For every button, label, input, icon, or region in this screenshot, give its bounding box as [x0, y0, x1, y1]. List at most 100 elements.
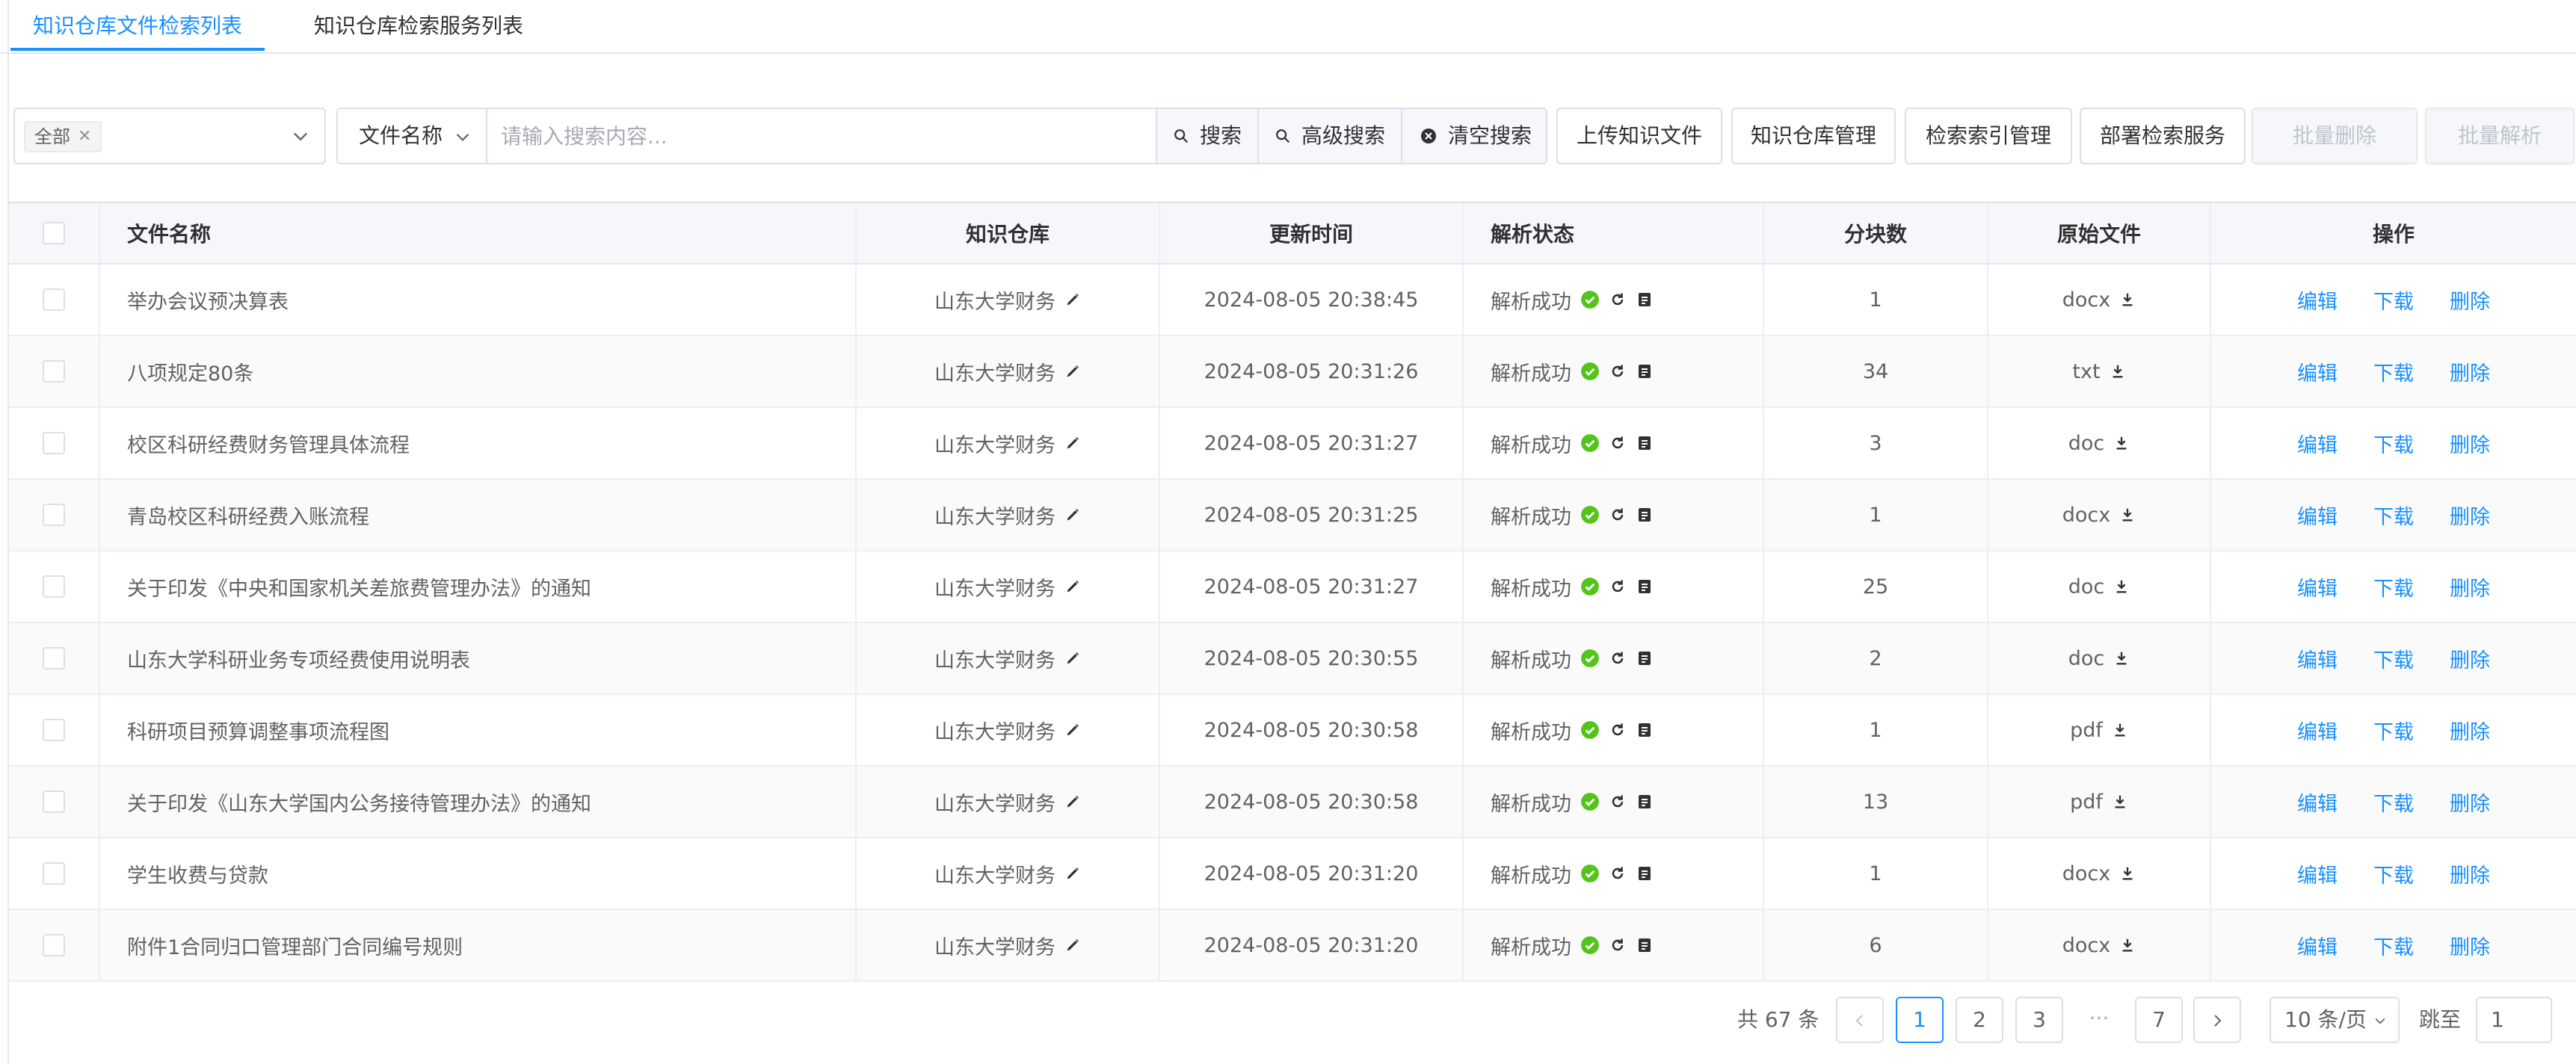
edit-link[interactable]: 编辑 [2297, 788, 2338, 817]
edit-link[interactable]: 编辑 [2297, 931, 2338, 960]
file-extension[interactable]: pdf [2070, 791, 2103, 814]
row-checkbox[interactable] [43, 934, 65, 956]
download-icon[interactable] [2113, 578, 2130, 595]
delete-link[interactable]: 删除 [2450, 716, 2490, 745]
file-extension[interactable]: docx [2062, 934, 2110, 957]
file-extension[interactable]: docx [2062, 862, 2110, 885]
row-checkbox[interactable] [43, 862, 65, 885]
delete-link[interactable]: 删除 [2450, 644, 2490, 673]
edit-link[interactable]: 编辑 [2297, 501, 2338, 530]
download-icon[interactable] [2113, 435, 2130, 451]
edit-link[interactable]: 编辑 [2297, 285, 2338, 315]
file-extension[interactable]: txt [2072, 360, 2100, 383]
document-icon[interactable] [1636, 291, 1654, 309]
row-checkbox[interactable] [43, 647, 65, 669]
deploy-service-button[interactable]: 部署检索服务 [2080, 108, 2246, 164]
prev-page-button[interactable] [1836, 997, 1884, 1043]
search-field-select[interactable]: 文件名称 [338, 109, 487, 163]
next-page-button[interactable] [2193, 997, 2241, 1043]
edit-link[interactable]: 编辑 [2297, 357, 2338, 386]
delete-link[interactable]: 删除 [2450, 788, 2490, 817]
refresh-icon[interactable] [1609, 362, 1627, 380]
page-button[interactable]: 7 [2135, 997, 2183, 1043]
edit-link[interactable]: 编辑 [2297, 859, 2338, 888]
edit-link[interactable]: 编辑 [2297, 716, 2338, 745]
download-icon[interactable] [2112, 722, 2128, 738]
row-checkbox[interactable] [43, 575, 65, 598]
page-button[interactable]: 1 [1896, 997, 1944, 1043]
tab-file-search-list[interactable]: 知识仓库文件检索列表 [33, 0, 242, 52]
refresh-icon[interactable] [1609, 936, 1627, 954]
document-icon[interactable] [1636, 793, 1654, 811]
download-link[interactable]: 下载 [2373, 859, 2414, 888]
edit-pencil-icon[interactable] [1064, 722, 1081, 738]
download-icon[interactable] [2119, 291, 2136, 308]
document-icon[interactable] [1636, 721, 1654, 739]
edit-pencil-icon[interactable] [1064, 507, 1081, 523]
header-file-name[interactable]: 文件名称 [100, 203, 857, 263]
delete-link[interactable]: 删除 [2450, 429, 2490, 458]
download-icon[interactable] [2119, 865, 2136, 882]
index-manage-button[interactable]: 检索索引管理 [1905, 108, 2072, 164]
row-checkbox[interactable] [43, 360, 65, 383]
edit-pencil-icon[interactable] [1064, 363, 1081, 380]
refresh-icon[interactable] [1609, 578, 1627, 596]
page-button[interactable]: 2 [1956, 997, 2003, 1043]
download-link[interactable]: 下载 [2373, 788, 2414, 817]
refresh-icon[interactable] [1609, 721, 1627, 739]
repo-manage-button[interactable]: 知识仓库管理 [1731, 108, 1896, 164]
repo-select[interactable]: 全部 ✕ [13, 108, 326, 164]
delete-link[interactable]: 删除 [2450, 285, 2490, 315]
row-checkbox[interactable] [43, 288, 65, 311]
refresh-icon[interactable] [1609, 434, 1627, 452]
upload-file-button[interactable]: 上传知识文件 [1556, 108, 1722, 164]
document-icon[interactable] [1636, 649, 1654, 667]
delete-link[interactable]: 删除 [2450, 572, 2490, 601]
row-checkbox[interactable] [43, 504, 65, 526]
tab-search-service-list[interactable]: 知识仓库检索服务列表 [314, 0, 523, 52]
edit-pencil-icon[interactable] [1064, 291, 1081, 308]
download-icon[interactable] [2112, 794, 2128, 810]
select-all-checkbox[interactable] [43, 222, 65, 244]
download-link[interactable]: 下载 [2373, 285, 2414, 315]
refresh-icon[interactable] [1609, 291, 1627, 309]
download-icon[interactable] [2110, 363, 2126, 380]
header-parse-status[interactable]: 解析状态 [1464, 203, 1764, 263]
jump-input[interactable]: 1 [2476, 997, 2552, 1043]
delete-link[interactable]: 删除 [2450, 859, 2490, 888]
download-link[interactable]: 下载 [2373, 716, 2414, 745]
document-icon[interactable] [1636, 864, 1654, 882]
edit-pencil-icon[interactable] [1064, 650, 1081, 666]
delete-link[interactable]: 删除 [2450, 357, 2490, 386]
row-checkbox[interactable] [43, 719, 65, 741]
batch-delete-button[interactable]: 批量删除 [2252, 108, 2418, 164]
edit-pencil-icon[interactable] [1064, 937, 1081, 953]
download-link[interactable]: 下载 [2373, 931, 2414, 960]
edit-pencil-icon[interactable] [1064, 794, 1081, 810]
header-update-time[interactable]: 更新时间 [1160, 203, 1464, 263]
delete-link[interactable]: 删除 [2450, 501, 2490, 530]
refresh-icon[interactable] [1609, 864, 1627, 882]
row-checkbox[interactable] [43, 791, 65, 813]
refresh-icon[interactable] [1609, 793, 1627, 811]
edit-link[interactable]: 编辑 [2297, 429, 2338, 458]
file-extension[interactable]: doc [2068, 647, 2105, 670]
close-icon[interactable]: ✕ [78, 123, 91, 151]
edit-pencil-icon[interactable] [1064, 578, 1081, 595]
download-link[interactable]: 下载 [2373, 644, 2414, 673]
download-link[interactable]: 下载 [2373, 357, 2414, 386]
file-extension[interactable]: docx [2062, 288, 2110, 312]
download-link[interactable]: 下载 [2373, 501, 2414, 530]
download-icon[interactable] [2119, 507, 2136, 523]
clear-search-button[interactable]: 清空搜索 [1401, 109, 1546, 163]
edit-pencil-icon[interactable] [1064, 435, 1081, 451]
document-icon[interactable] [1636, 506, 1654, 524]
search-button[interactable]: 搜索 [1156, 109, 1257, 163]
page-size-select[interactable]: 10 条/页 [2270, 997, 2400, 1043]
refresh-icon[interactable] [1609, 649, 1627, 667]
refresh-icon[interactable] [1609, 506, 1627, 524]
document-icon[interactable] [1636, 434, 1654, 452]
header-chunk-count[interactable]: 分块数 [1764, 203, 1988, 263]
file-extension[interactable]: docx [2062, 504, 2110, 527]
document-icon[interactable] [1636, 936, 1654, 954]
